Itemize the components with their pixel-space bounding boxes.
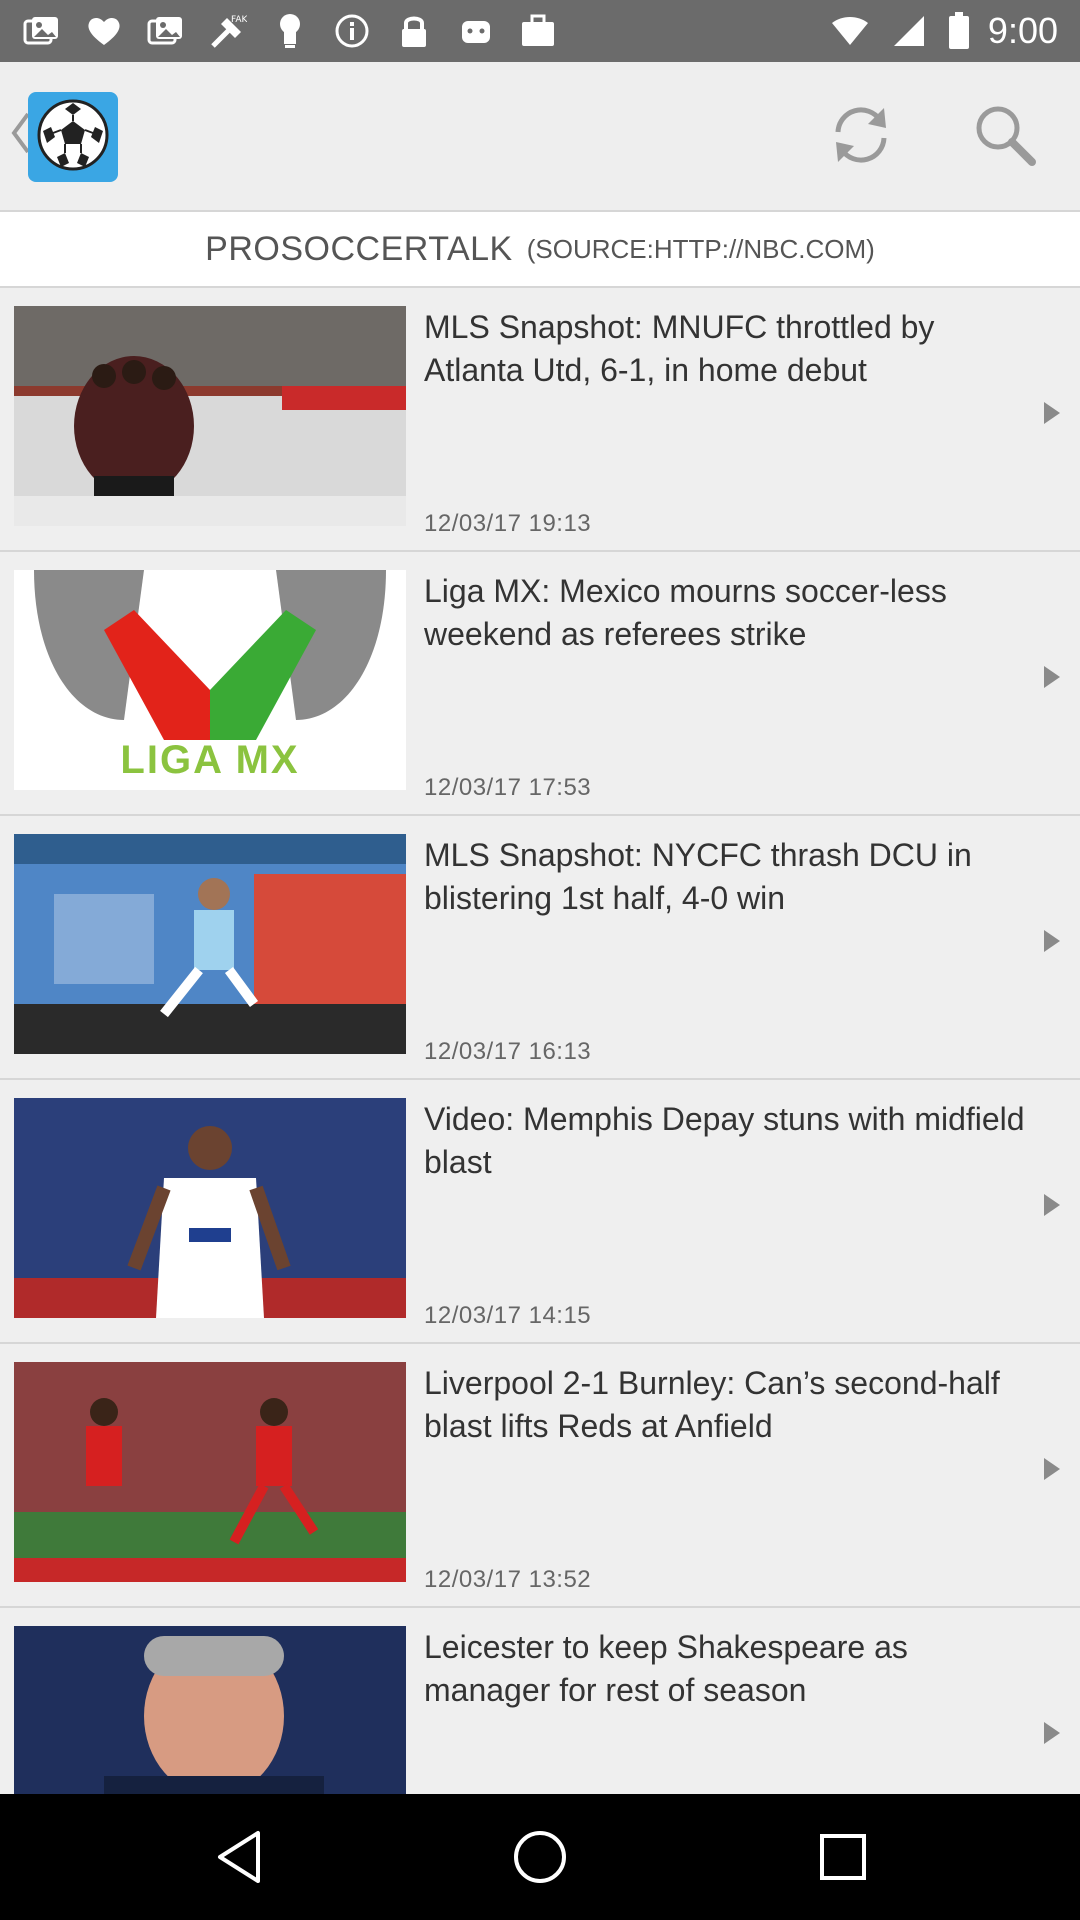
play-arrow-icon bbox=[1042, 928, 1062, 954]
search-button[interactable] bbox=[968, 100, 1042, 174]
list-item[interactable]: MLS Snapshot: MNUFC throttled by Atlanta… bbox=[0, 288, 1080, 552]
article-date: 12/03/17 13:52 bbox=[424, 1566, 592, 1593]
liga-mx-logo-text: LIGA MX bbox=[120, 738, 300, 782]
lock-icon bbox=[394, 11, 434, 51]
play-arrow-icon bbox=[1042, 664, 1062, 690]
news-list: MLS Snapshot: MNUFC throttled by Atlanta… bbox=[0, 288, 1080, 1808]
nav-back-button[interactable] bbox=[204, 1824, 274, 1894]
article-headline: MLS Snapshot: MNUFC throttled by Atlanta… bbox=[424, 309, 935, 388]
source-header: PROSOCCERTALK (SOURCE:HTTP://NBC.COM) bbox=[0, 212, 1080, 288]
svg-text:FAKE: FAKE bbox=[231, 15, 247, 25]
article-headline: Liga MX: Mexico mourns soccer-less weeke… bbox=[424, 573, 947, 652]
list-item[interactable]: Leicester to keep Shakespeare as manager… bbox=[0, 1608, 1080, 1808]
article-thumbnail bbox=[14, 306, 406, 526]
refresh-button[interactable] bbox=[824, 100, 898, 174]
article-thumbnail bbox=[14, 834, 406, 1054]
list-item[interactable]: MLS Snapshot: NYCFC thrash DCU in bliste… bbox=[0, 816, 1080, 1080]
wifi-icon bbox=[830, 15, 870, 47]
photos-icon bbox=[146, 11, 186, 51]
article-headline: MLS Snapshot: NYCFC thrash DCU in bliste… bbox=[424, 837, 972, 916]
nav-home-button[interactable] bbox=[505, 1824, 575, 1894]
play-arrow-icon bbox=[1042, 1456, 1062, 1482]
home-icon bbox=[512, 1829, 568, 1890]
fake-gps-icon: FAKE bbox=[208, 11, 248, 51]
article-headline: Liverpool 2-1 Burnley: Can’s second-half… bbox=[424, 1365, 1000, 1444]
article-thumbnail: LIGA MX bbox=[14, 570, 406, 790]
heart-icon bbox=[84, 11, 124, 51]
system-status: 9:00 bbox=[808, 0, 1058, 62]
photos-icon bbox=[22, 11, 62, 51]
battery-icon bbox=[948, 12, 970, 50]
article-headline: Video: Memphis Depay stuns with midfield… bbox=[424, 1101, 1025, 1180]
article-thumbnail bbox=[14, 1362, 406, 1582]
signal-icon bbox=[892, 14, 926, 48]
list-item[interactable]: Liverpool 2-1 Burnley: Can’s second-half… bbox=[0, 1344, 1080, 1608]
status-bar: FAKE 9:00 bbox=[0, 0, 1080, 62]
android-icon bbox=[456, 11, 496, 51]
article-date: 12/03/17 16:13 bbox=[424, 1038, 592, 1065]
nav-recents-button[interactable] bbox=[808, 1824, 878, 1894]
list-item[interactable]: Video: Memphis Depay stuns with midfield… bbox=[0, 1080, 1080, 1344]
recents-icon bbox=[818, 1832, 868, 1887]
briefcase-icon bbox=[518, 11, 558, 51]
article-date: 12/03/17 17:53 bbox=[424, 774, 592, 801]
play-arrow-icon bbox=[1042, 1192, 1062, 1218]
article-date: 12/03/17 14:15 bbox=[424, 1302, 592, 1329]
source-url: (SOURCE:HTTP://NBC.COM) bbox=[526, 233, 875, 264]
app-logo[interactable] bbox=[28, 92, 118, 182]
article-headline: Leicester to keep Shakespeare as manager… bbox=[424, 1629, 908, 1708]
refresh-icon bbox=[828, 102, 894, 173]
search-icon bbox=[972, 102, 1038, 173]
info-icon bbox=[332, 11, 372, 51]
source-name: PROSOCCERTALK bbox=[205, 229, 513, 268]
article-thumbnail bbox=[14, 1098, 406, 1318]
play-arrow-icon bbox=[1042, 400, 1062, 426]
article-date: 12/03/17 19:13 bbox=[424, 510, 592, 537]
app-bar bbox=[0, 62, 1080, 212]
notification-icons: FAKE bbox=[22, 10, 580, 52]
play-arrow-icon bbox=[1042, 1720, 1062, 1746]
back-icon bbox=[214, 1829, 264, 1890]
article-thumbnail bbox=[14, 1626, 406, 1808]
list-item[interactable]: LIGA MX Liga MX: Mexico mourns soccer-le… bbox=[0, 552, 1080, 816]
navigation-bar bbox=[0, 1794, 1080, 1920]
bulb-icon bbox=[270, 11, 310, 51]
soccer-ball-icon bbox=[35, 97, 111, 178]
clock: 9:00 bbox=[987, 10, 1058, 51]
